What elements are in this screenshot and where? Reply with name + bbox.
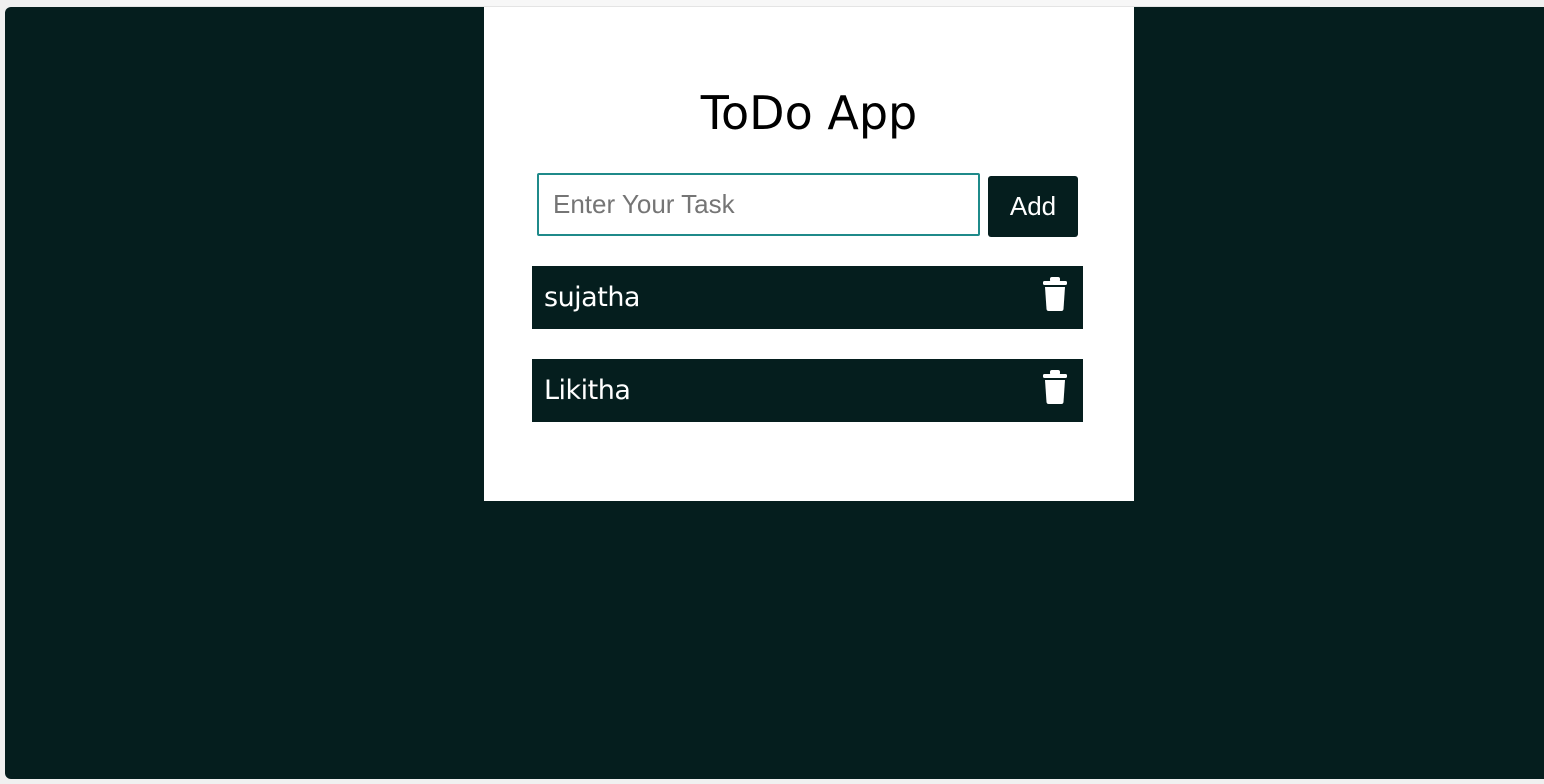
task-item: sujatha	[532, 266, 1083, 329]
trash-icon[interactable]	[1041, 276, 1069, 312]
todo-card: ToDo App Add sujatha Likitha	[484, 7, 1134, 501]
task-text: Likitha	[544, 375, 631, 406]
task-list: sujatha Likitha	[532, 266, 1083, 452]
task-input[interactable]	[537, 173, 980, 236]
browser-top-strip	[110, 0, 1310, 7]
task-item: Likitha	[532, 359, 1083, 422]
trash-icon[interactable]	[1041, 369, 1069, 405]
app-title: ToDo App	[700, 86, 918, 140]
task-text: sujatha	[544, 282, 640, 313]
add-button[interactable]: Add	[988, 176, 1078, 237]
